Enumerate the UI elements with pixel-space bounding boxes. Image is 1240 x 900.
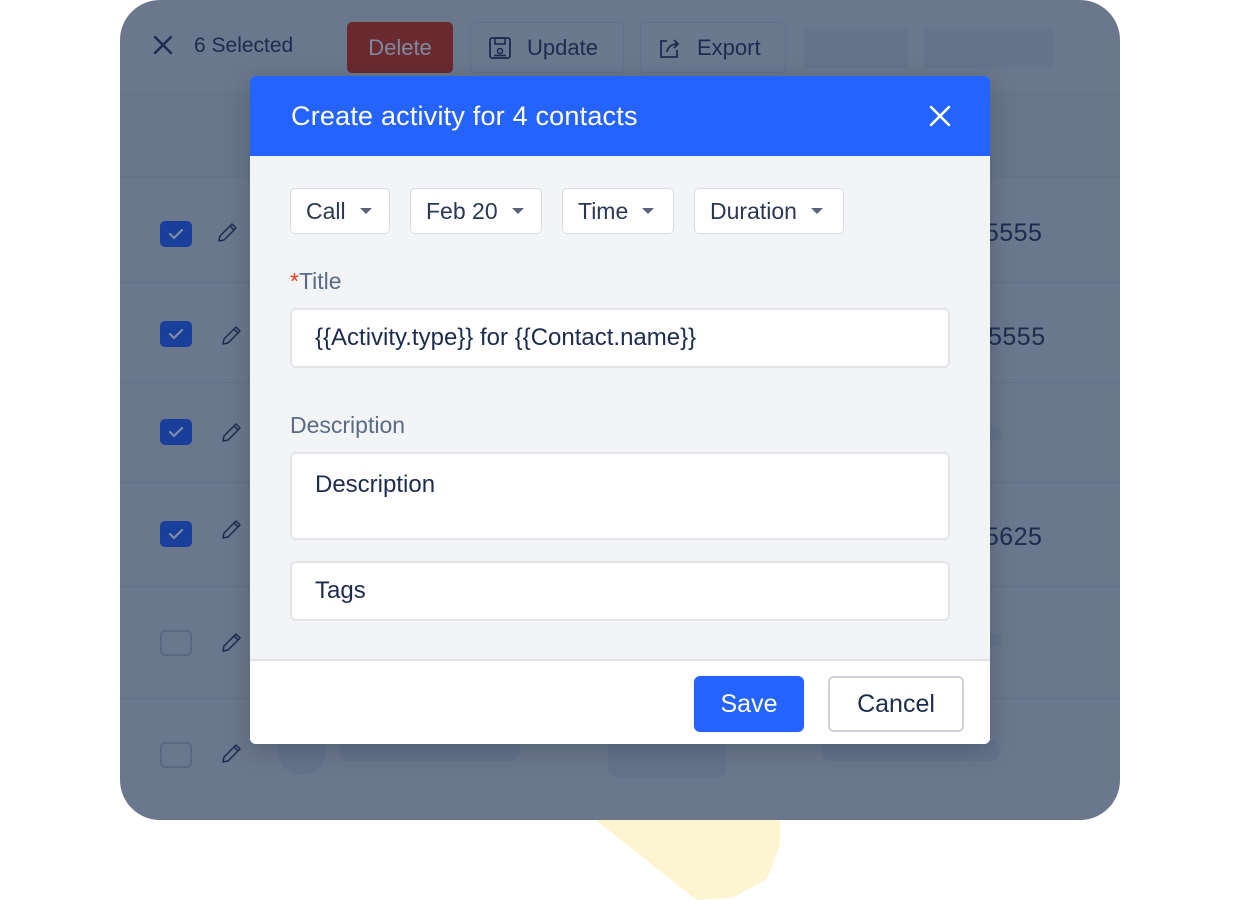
row-checkbox[interactable] xyxy=(160,419,192,445)
phone-placeholder xyxy=(822,741,1000,761)
row-checkbox[interactable] xyxy=(160,630,192,656)
date-dropdown[interactable]: Feb 20 xyxy=(410,188,542,234)
update-button[interactable]: Update xyxy=(470,22,624,73)
name-placeholder xyxy=(340,741,520,761)
checkmark-icon xyxy=(168,528,184,540)
tags-placeholder: Tags xyxy=(315,577,366,604)
activity-type-value: Call xyxy=(306,197,346,224)
selected-count: 6 Selected xyxy=(194,34,294,57)
title-input-value: {{Activity.type}} for {{Contact.name}} xyxy=(315,324,697,351)
delete-button[interactable]: Delete xyxy=(347,22,453,73)
duration-dropdown[interactable]: Duration xyxy=(694,188,844,234)
close-icon[interactable] xyxy=(928,104,952,128)
required-marker: * xyxy=(290,268,299,294)
activity-type-dropdown[interactable]: Call xyxy=(290,188,390,234)
description-placeholder: Description xyxy=(315,471,436,498)
toolbar-placeholder xyxy=(804,28,908,68)
edit-pencil-icon[interactable] xyxy=(220,743,242,765)
time-dropdown[interactable]: Time xyxy=(562,188,674,234)
time-value: Time xyxy=(578,197,629,224)
modal-footer: Save Cancel xyxy=(250,659,990,744)
floppy-disk-icon xyxy=(489,36,511,59)
edit-pencil-icon[interactable] xyxy=(220,325,242,347)
update-label: Update xyxy=(527,34,598,60)
edit-pencil-icon[interactable] xyxy=(216,222,238,244)
edit-pencil-icon[interactable] xyxy=(220,519,242,541)
checkmark-icon xyxy=(168,426,184,438)
date-value: Feb 20 xyxy=(426,197,498,224)
export-label: Export xyxy=(697,34,761,60)
delete-label: Delete xyxy=(368,34,432,60)
row-checkbox[interactable] xyxy=(160,221,192,247)
cancel-button[interactable]: Cancel xyxy=(828,676,964,732)
close-selection-icon[interactable] xyxy=(152,34,174,56)
chevron-down-icon xyxy=(810,208,823,214)
row-checkbox[interactable] xyxy=(160,521,192,547)
create-activity-modal: Create activity for 4 contacts Call Feb … xyxy=(250,76,990,744)
export-button[interactable]: Export xyxy=(640,22,786,73)
phone-number: 5555 xyxy=(988,323,1046,351)
title-label: *Title xyxy=(290,268,342,295)
save-button[interactable]: Save xyxy=(694,676,804,732)
description-textarea[interactable]: Description xyxy=(290,452,950,540)
export-icon xyxy=(660,38,680,58)
title-label-text: Title xyxy=(298,268,342,294)
modal-title: Create activity for 4 contacts xyxy=(291,100,638,131)
tags-input[interactable]: Tags xyxy=(290,561,950,621)
edit-pencil-icon[interactable] xyxy=(220,632,242,654)
title-input[interactable]: {{Activity.type}} for {{Contact.name}} xyxy=(290,308,950,368)
chevron-down-icon xyxy=(359,208,372,214)
description-label: Description xyxy=(290,412,406,438)
checkmark-icon xyxy=(168,228,184,240)
checkmark-icon xyxy=(168,328,184,340)
duration-value: Duration xyxy=(710,197,797,224)
edit-pencil-icon[interactable] xyxy=(220,422,242,444)
chevron-down-icon xyxy=(511,208,524,214)
row-checkbox[interactable] xyxy=(160,321,192,347)
row-checkbox[interactable] xyxy=(160,742,192,768)
modal-header: Create activity for 4 contacts xyxy=(250,76,990,156)
chevron-down-icon xyxy=(642,208,655,214)
tag-placeholder xyxy=(608,741,726,777)
toolbar-placeholder xyxy=(924,28,1054,68)
